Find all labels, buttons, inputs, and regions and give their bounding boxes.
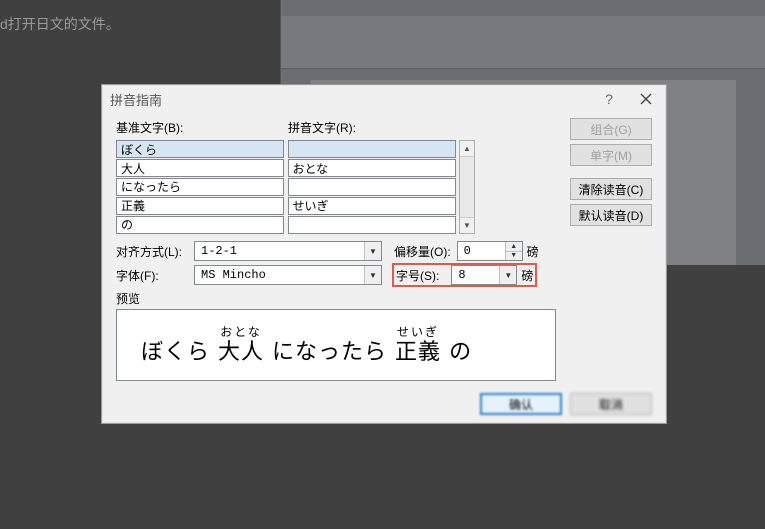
table-row: の bbox=[116, 215, 459, 234]
ok-button[interactable]: 确认 bbox=[480, 393, 562, 415]
scroll-up-icon[interactable]: ▲ bbox=[460, 141, 474, 157]
size-label: 字号(S): bbox=[396, 267, 439, 284]
font-label: 字体(F): bbox=[116, 267, 194, 284]
preview-base: 大人 bbox=[218, 339, 264, 365]
preview-base: の bbox=[449, 339, 472, 365]
alignment-value: 1-2-1 bbox=[195, 244, 364, 258]
alignment-combo[interactable]: 1-2-1 ▼ bbox=[194, 241, 382, 261]
ruby-cell[interactable]: せいぎ bbox=[288, 197, 456, 215]
close-icon bbox=[640, 93, 652, 105]
preview-ruby: おとな bbox=[220, 325, 262, 339]
base-cell[interactable]: になったら bbox=[116, 178, 284, 196]
ruby-cell[interactable] bbox=[288, 216, 456, 234]
chevron-down-icon: ▼ bbox=[499, 266, 516, 284]
base-cell[interactable]: の bbox=[116, 216, 284, 234]
group-button[interactable]: 组合(G) bbox=[570, 118, 652, 140]
offset-label: 偏移量(O): bbox=[394, 243, 451, 260]
ruby-text-label: 拼音文字(R): bbox=[288, 119, 356, 136]
ruby-cell[interactable] bbox=[288, 140, 456, 158]
size-value: 8 bbox=[452, 268, 499, 282]
preview-base: 正義 bbox=[395, 339, 441, 365]
size-combo[interactable]: 8 ▼ bbox=[451, 265, 517, 285]
table-row: になったら bbox=[116, 178, 459, 197]
font-value: MS Mincho bbox=[195, 268, 364, 282]
close-button[interactable] bbox=[626, 87, 666, 111]
preview-label: 预览 bbox=[116, 290, 556, 307]
spin-down-icon[interactable]: ▼ bbox=[506, 252, 522, 261]
phonetic-guide-dialog: 拼音指南 ? 基准文字(B): 拼音文字(R): ぼくら 大人おとな になったら… bbox=[101, 84, 667, 424]
ruby-cell[interactable]: おとな bbox=[288, 159, 456, 177]
base-cell[interactable]: 大人 bbox=[116, 159, 284, 177]
default-readings-button[interactable]: 默认读音(D) bbox=[570, 204, 652, 226]
alignment-label: 对齐方式(L): bbox=[116, 243, 194, 260]
chevron-down-icon: ▼ bbox=[364, 242, 381, 260]
dialog-title: 拼音指南 bbox=[110, 90, 162, 109]
preview-base: ぼくら bbox=[141, 339, 210, 365]
table-row: ぼくら bbox=[116, 140, 459, 159]
size-unit: 磅 bbox=[521, 267, 533, 284]
preview-ruby: せいぎ bbox=[397, 325, 439, 339]
chevron-down-icon: ▼ bbox=[364, 266, 381, 284]
cancel-button[interactable]: 取消 bbox=[570, 393, 652, 415]
scroll-down-icon[interactable]: ▼ bbox=[460, 217, 474, 233]
help-button[interactable]: ? bbox=[592, 87, 626, 111]
dialog-titlebar: 拼音指南 ? bbox=[102, 85, 666, 113]
table-row: 大人おとな bbox=[116, 159, 459, 178]
offset-unit: 磅 bbox=[527, 243, 539, 260]
clear-readings-button[interactable]: 清除读音(C) bbox=[570, 178, 652, 200]
font-combo[interactable]: MS Mincho ▼ bbox=[194, 265, 382, 285]
size-highlight-box: 字号(S): 8 ▼ 磅 bbox=[392, 263, 537, 287]
base-text-label: 基准文字(B): bbox=[116, 119, 288, 136]
spin-up-icon[interactable]: ▲ bbox=[506, 242, 522, 252]
base-cell[interactable]: ぼくら bbox=[116, 140, 284, 158]
single-button[interactable]: 单字(M) bbox=[570, 144, 652, 166]
phonetic-table: ぼくら 大人おとな になったら 正義せいぎ の bbox=[116, 140, 459, 234]
table-row: 正義せいぎ bbox=[116, 196, 459, 215]
offset-spinner[interactable]: 0 ▲▼ bbox=[457, 241, 523, 261]
base-cell[interactable]: 正義 bbox=[116, 197, 284, 215]
preview-base: になったら bbox=[272, 339, 387, 365]
ruby-cell[interactable] bbox=[288, 178, 456, 196]
background-text: d打开日文的文件。 bbox=[0, 14, 120, 34]
table-scrollbar[interactable]: ▲ ▼ bbox=[459, 140, 475, 234]
offset-value: 0 bbox=[458, 244, 505, 258]
preview-box: ぼくら おとな大人 になったら せいぎ正義 の bbox=[116, 309, 556, 381]
